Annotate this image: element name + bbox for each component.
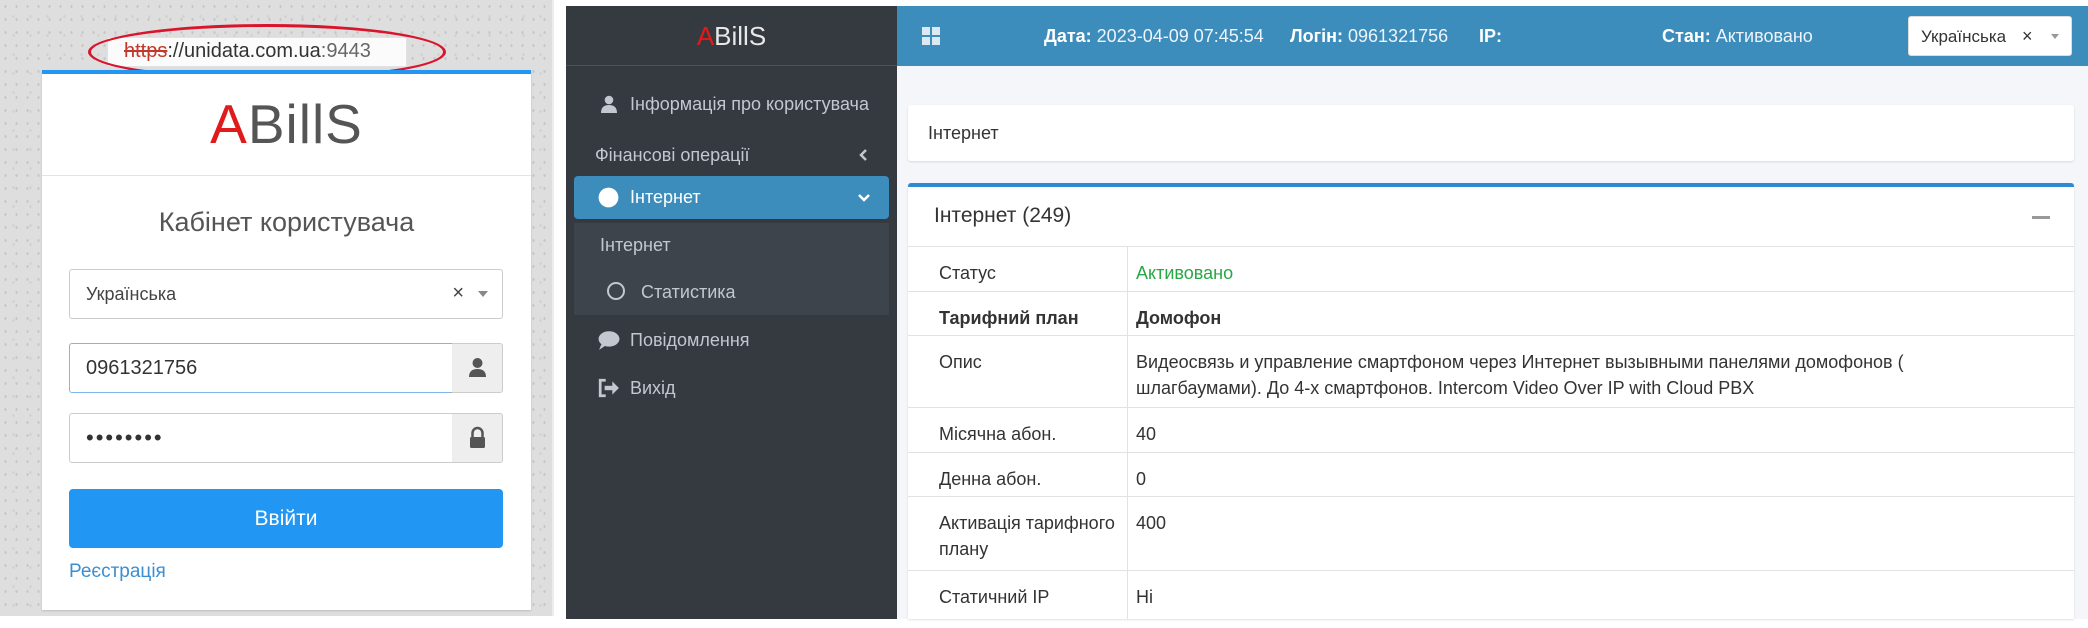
login-title: Кабінет користувача: [158, 207, 415, 237]
sidebar-logo[interactable]: ABillS: [566, 6, 897, 66]
user-addon: [452, 343, 503, 393]
sidebar-item-label: Інформація про користувача: [630, 94, 869, 114]
sidebar-submenu: Інтернет Статистика: [574, 223, 889, 315]
sidebar-item-label: Вихід: [630, 378, 676, 398]
sidebar-item-exit[interactable]: Вихід: [574, 366, 889, 410]
sidebar-subitem-label: Статистика: [641, 282, 736, 302]
screenshot-root: https://unidata.com.ua:9443 ABillS Кабін…: [0, 0, 2088, 628]
language-value: Українська: [86, 284, 177, 304]
table-row: Активація тарифного плану 400: [908, 497, 2074, 571]
cabinet-panel: ABillS Інформація про користувача Фінанс…: [566, 6, 2088, 619]
chevron-left-icon: [859, 149, 867, 161]
table-row: Денна абон. 0: [908, 453, 2074, 497]
internet-card: Інтернет (249) Статус Активовано Тарифни…: [908, 183, 2074, 619]
row-key: Статус: [939, 263, 996, 283]
sidebar-subitem-statistics[interactable]: Статистика: [574, 270, 889, 314]
sidebar-item-messages[interactable]: Повідомлення: [574, 318, 889, 362]
state-label: Стан:: [1662, 26, 1711, 46]
top-date: Дата: 2023-04-09 07:45:54: [1044, 26, 1264, 47]
sidebar-item-label: Фінансові операції: [595, 145, 750, 165]
clear-icon[interactable]: ×: [452, 282, 464, 305]
language-value: Українська: [1921, 27, 2007, 46]
table-row: Місячна абон. 40: [908, 408, 2074, 453]
date-value: 2023-04-09 07:45:54: [1096, 26, 1264, 46]
minus-icon[interactable]: [2032, 216, 2050, 219]
grid-icon[interactable]: [921, 26, 941, 46]
chevron-down-icon: [858, 194, 870, 202]
sidebar-subitem-label: Інтернет: [600, 235, 671, 255]
row-value: 40: [1136, 424, 1157, 444]
lock-icon: [470, 426, 485, 448]
breadcrumb: Інтернет: [908, 105, 2074, 161]
state-value: Активовано: [1715, 26, 1813, 46]
card-header: Інтернет (249): [908, 187, 2074, 247]
table-row: Статус Активовано: [908, 247, 2074, 292]
sidebar-subitem-internet[interactable]: Інтернет: [574, 223, 889, 267]
user-icon: [601, 95, 617, 113]
comment-icon: [598, 331, 620, 350]
logo-letter-a: A: [210, 93, 248, 155]
sidebar-item-label: Повідомлення: [630, 330, 750, 350]
login-field-group: [69, 343, 503, 393]
top-state: Стан: Активовано: [1662, 26, 1813, 47]
table-row: Статичний IP Ні: [908, 571, 2074, 619]
top-ip: IP:: [1479, 26, 1502, 47]
table-row: Опис Видеосвязь и управление смартфоном …: [908, 336, 2074, 408]
ip-label: IP:: [1479, 26, 1503, 46]
lock-addon: [452, 413, 503, 463]
row-value: Ні: [1136, 587, 1153, 607]
row-key: Тарифний план: [939, 308, 1079, 328]
date-label: Дата:: [1044, 26, 1092, 46]
login-panel: https://unidata.com.ua:9443 ABillS Кабін…: [0, 0, 554, 616]
login-input[interactable]: [69, 343, 453, 393]
card-title: Інтернет (249): [934, 204, 1072, 227]
chevron-down-icon[interactable]: [2051, 34, 2059, 39]
login-logo: ABillS: [42, 74, 531, 176]
sign-out-icon: [598, 378, 619, 398]
sidebar-item-finance[interactable]: Фінансові операції: [574, 133, 889, 177]
register-link[interactable]: Реєстрація: [69, 561, 166, 583]
table-row: Тарифний план Домофон: [908, 292, 2074, 336]
row-key: Опис: [939, 352, 982, 372]
circle-outline-icon: [607, 282, 625, 300]
login-card: ABillS Кабінет користувача Українська × …: [42, 70, 531, 610]
breadcrumb-text: Інтернет: [928, 123, 999, 143]
login-label: Логін:: [1290, 26, 1343, 46]
password-input[interactable]: [69, 413, 453, 463]
row-key: Статичний IP: [939, 587, 1050, 607]
user-icon: [469, 358, 486, 377]
sidebar-item-label: Інтернет: [630, 187, 701, 207]
sidebar-logo-text: BillS: [714, 21, 767, 51]
logo-text: BillS: [247, 93, 363, 155]
login-value: 0961321756: [1348, 26, 1449, 46]
row-key: Денна абон.: [939, 469, 1042, 489]
circle-icon: [598, 187, 619, 208]
password-field-group: [69, 413, 503, 463]
sidebar-item-internet[interactable]: Інтернет: [574, 176, 889, 219]
login-button[interactable]: Ввійти: [69, 489, 503, 548]
chevron-down-icon[interactable]: [478, 291, 488, 297]
row-key: Місячна абон.: [939, 424, 1057, 444]
sidebar-item-user-info[interactable]: Інформація про користувача: [574, 82, 889, 126]
row-value-status: Активовано: [1136, 263, 1234, 283]
top-login: Логін: 0961321756: [1290, 26, 1448, 47]
top-language-select[interactable]: Українська ×: [1908, 16, 2072, 56]
sidebar-logo-letter-a: A: [696, 21, 715, 51]
row-value: Домофон: [1136, 308, 1222, 328]
top-navbar: Дата: 2023-04-09 07:45:54 Логін: 0961321…: [897, 6, 2088, 66]
row-value: Видеосвязь и управление смартфоном через…: [1136, 352, 1904, 398]
clear-icon[interactable]: ×: [2022, 26, 2033, 47]
row-value: 400: [1136, 513, 1167, 533]
row-key: Активація тарифного плану: [939, 513, 1115, 559]
sidebar: ABillS Інформація про користувача Фінанс…: [566, 6, 897, 619]
row-value: 0: [1136, 469, 1147, 489]
language-select[interactable]: Українська ×: [69, 269, 503, 319]
